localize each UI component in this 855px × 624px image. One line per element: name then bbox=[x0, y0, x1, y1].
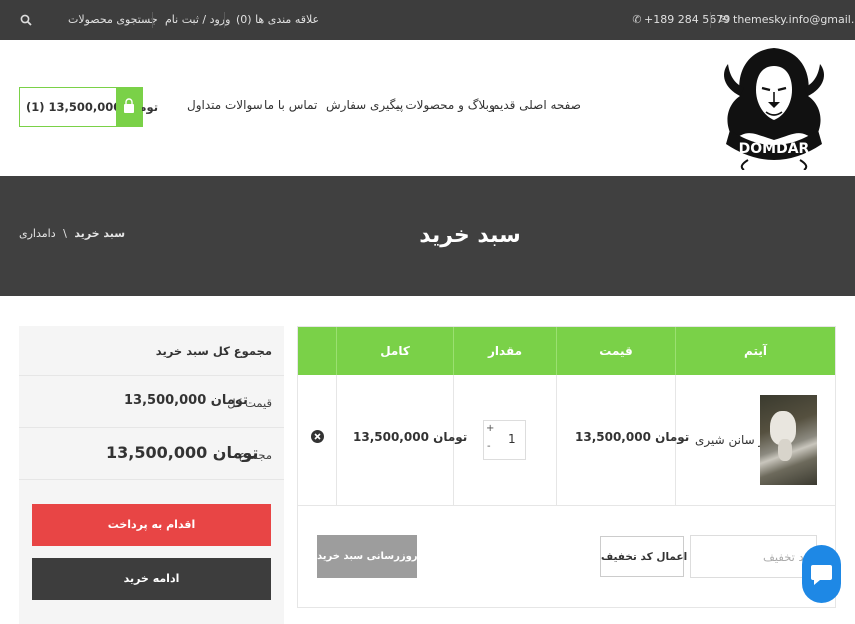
nav-blog-products[interactable]: ⌄ وبلاگ و محصولات bbox=[394, 98, 495, 112]
divider bbox=[224, 12, 225, 28]
breadcrumb: سبد خرید \ دامداری bbox=[19, 227, 125, 240]
cart-table-header: کامل مقدار قیمت آیتم bbox=[298, 327, 835, 375]
email-address[interactable]: themesky.info@gmail.com bbox=[733, 0, 855, 40]
checkout-button[interactable]: اقدام به پرداخت bbox=[32, 504, 271, 546]
nav-faq[interactable]: سوالات متداول bbox=[187, 98, 263, 112]
subtotal-value: 13,500,000 تومان bbox=[124, 393, 248, 408]
breadcrumb-separator: \ bbox=[63, 227, 67, 240]
product-thumbnail[interactable] bbox=[760, 395, 817, 485]
breadcrumb-home[interactable]: دامداری bbox=[19, 227, 56, 240]
nav-contact[interactable]: تماس با ما bbox=[264, 98, 317, 112]
header-total: کامل bbox=[336, 327, 453, 375]
quantity-input[interactable]: 1 bbox=[508, 432, 516, 446]
subtotal-row: قیمت کل 13,500,000 تومان bbox=[19, 376, 284, 428]
nav-blog-products-label: وبلاگ و محصولات bbox=[405, 98, 495, 112]
total-row: مجموع 13,500,000 تومان bbox=[19, 428, 284, 480]
chevron-down-icon: ⌄ bbox=[394, 102, 402, 112]
remove-icon[interactable] bbox=[311, 430, 324, 446]
divider bbox=[710, 12, 711, 28]
apply-coupon-button[interactable]: اعمال کد تخفیف bbox=[600, 536, 688, 577]
divider bbox=[336, 375, 337, 505]
wishlist-link[interactable]: علاقه مندی ها (0) bbox=[236, 0, 319, 40]
divider bbox=[298, 505, 835, 506]
plus-icon[interactable]: + bbox=[486, 423, 494, 434]
cart-button[interactable]: (1) 13,500,000 تومان bbox=[19, 87, 158, 127]
chat-icon bbox=[811, 565, 832, 585]
domdar-logo[interactable]: DOMDAR bbox=[718, 44, 830, 171]
totals-heading-row: مجموع کل سبد خرید bbox=[19, 326, 284, 376]
divider bbox=[556, 375, 557, 505]
divider bbox=[152, 12, 153, 28]
top-bar: جستجوی محصولات ورود / ثبت نام علاقه مندی… bbox=[0, 0, 855, 40]
login-register-link[interactable]: ورود / ثبت نام bbox=[165, 0, 230, 40]
header-quantity: مقدار bbox=[453, 327, 556, 375]
continue-shopping-button[interactable]: ادامه خرید bbox=[32, 558, 271, 600]
search-icon[interactable] bbox=[20, 0, 32, 40]
row-price: 13,500,000 تومان bbox=[575, 430, 690, 444]
minus-icon[interactable]: - bbox=[487, 441, 491, 452]
product-search-link[interactable]: جستجوی محصولات bbox=[68, 0, 158, 40]
apply-coupon-label: اعمال کد تخفیف bbox=[601, 551, 688, 563]
logo-text: DOMDAR bbox=[739, 141, 810, 157]
update-cart-button[interactable]: بەروزرسانی سبد خرید bbox=[317, 535, 427, 578]
breadcrumb-current: سبد خرید bbox=[74, 227, 126, 240]
coupon-input[interactable]: کد تخفیف bbox=[690, 535, 817, 578]
shopping-bag-icon bbox=[116, 88, 142, 126]
page-title: سبد خرید bbox=[419, 223, 521, 248]
quantity-stepper: + - 1 bbox=[483, 420, 526, 460]
product-name[interactable]: بز سانن شیری bbox=[695, 433, 768, 447]
cart-totals: مجموع کل سبد خرید قیمت کل 13,500,000 توم… bbox=[19, 326, 284, 624]
total-value: 13,500,000 تومان bbox=[106, 443, 259, 462]
row-total: 13,500,000 تومان bbox=[353, 430, 468, 444]
nav-order-tracking[interactable]: پیگیری سفارش bbox=[326, 98, 403, 112]
header-item: آیتم bbox=[675, 327, 835, 375]
update-cart-label: بەروزرسانی سبد خرید bbox=[317, 551, 428, 562]
chat-button[interactable] bbox=[802, 545, 841, 603]
header-price: قیمت bbox=[556, 327, 675, 375]
page-title-band: سبد خرید سبد خرید \ دامداری bbox=[0, 176, 855, 296]
cart-table: کامل مقدار قیمت آیتم 13,500,000 تومان + … bbox=[297, 326, 836, 608]
envelope-icon: ✉ bbox=[719, 13, 729, 26]
phone-icon: ✆ bbox=[632, 13, 642, 26]
totals-heading: مجموع کل سبد خرید bbox=[155, 344, 272, 358]
nav-home[interactable]: صفحه اصلی قدیم bbox=[492, 98, 581, 112]
site-header: (1) 13,500,000 تومان سوالات متداول تماس … bbox=[0, 40, 855, 176]
